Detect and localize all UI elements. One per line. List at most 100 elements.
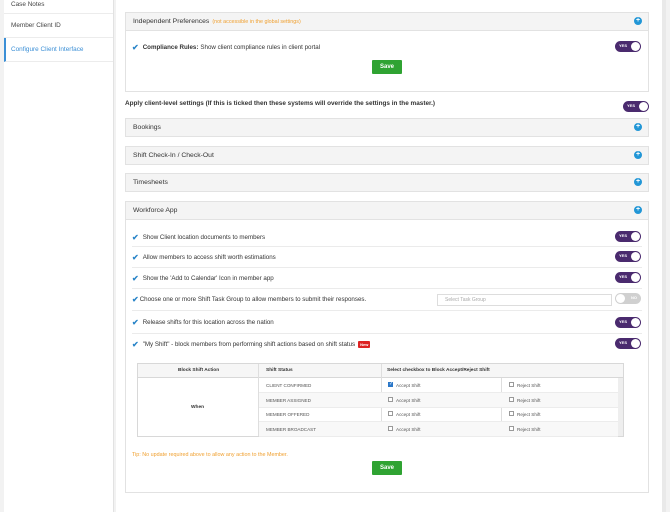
toggle-knob (616, 294, 625, 303)
shift-status-cell: MEMBER OFFERED (266, 412, 310, 417)
shift-checkin-title: Shift Check-In / Check-Out (133, 152, 214, 159)
sidebar: Case Notes Member Client ID Configure Cl… (4, 0, 114, 512)
accept-shift-label: Accept Shift (396, 427, 421, 432)
reject-shift-label: Reject Shift (517, 412, 541, 417)
header-block-shift-action: Block Shift Action (178, 368, 220, 373)
toggle-yes-label: YES (619, 274, 628, 279)
divider (132, 246, 642, 247)
workforce-option-label: Show Client location documents to member… (142, 233, 266, 241)
accept-shift-checkbox[interactable] (388, 397, 393, 402)
shift-status-cell: MEMBER BROADCAST (266, 427, 317, 432)
divider (132, 267, 642, 268)
toggle-knob (631, 273, 640, 282)
check-icon: ✔ (132, 273, 139, 283)
toggle-yes-label: YES (627, 103, 636, 108)
sidebar-item-member-client-id[interactable]: Member Client ID (4, 14, 113, 38)
workforce-save-button[interactable]: Save (372, 461, 402, 475)
page-scrollbar[interactable] (662, 0, 666, 512)
workforce-app-title: Workforce App (133, 207, 178, 214)
block-shift-table: Block Shift Action Shift Status Select c… (137, 363, 624, 437)
divider (132, 288, 642, 289)
accept-shift-label: Accept Shift (396, 383, 421, 388)
sidebar-item-configure-client-interface[interactable]: Configure Client Interface (4, 38, 113, 62)
shift-worth-toggle[interactable]: YES (615, 251, 641, 262)
workforce-option-row: ✔ Show Client location documents to memb… (132, 228, 642, 246)
toggle-yes-label: YES (619, 340, 628, 345)
accept-shift-label: Accept Shift (396, 412, 421, 417)
shift-checkin-header[interactable]: Shift Check-In / Check-Out + (126, 147, 648, 165)
header-shift-status: Shift Status (266, 368, 293, 373)
expand-plus-icon[interactable]: + (634, 178, 642, 186)
apply-client-level-toggle[interactable]: YES (623, 101, 649, 112)
toggle-knob (631, 232, 640, 241)
toggle-knob (631, 339, 640, 348)
release-shifts-toggle[interactable]: YES (615, 317, 641, 328)
reject-shift-label: Reject Shift (517, 427, 541, 432)
bookings-card: Bookings + (125, 118, 649, 137)
toggle-knob (631, 252, 640, 261)
divider (132, 310, 642, 311)
compliance-rules-row: ✔ Compliance Rules: Show client complian… (132, 38, 642, 56)
shift-status-cell: CLIENT CONFIRMED (266, 383, 312, 388)
header-select-checkbox: Select checkbox to Block Accept/Reject S… (387, 368, 490, 373)
reject-shift-checkbox[interactable] (509, 411, 514, 416)
apply-client-level-label: Apply client-level settings (If this is … (125, 100, 436, 107)
check-icon: ✔ (132, 252, 139, 262)
compliance-rules-toggle[interactable]: YES (615, 41, 641, 52)
workforce-option-label: Allow members to access shift worth esti… (142, 253, 276, 261)
toggle-knob (631, 42, 640, 51)
accept-shift-checkbox[interactable] (388, 411, 393, 416)
toggle-no-label: NO (631, 295, 637, 300)
table-scrollbar[interactable] (618, 378, 623, 436)
expand-plus-icon[interactable]: + (634, 151, 642, 159)
toggle-knob (631, 318, 640, 327)
accept-shift-checkbox[interactable] (388, 381, 393, 387)
shift-status-cell: MEMBER ASSIGNED (266, 398, 311, 403)
divider (132, 333, 642, 334)
independent-preferences-note: (not accessible in the global settings) (212, 18, 301, 25)
new-badge: New (358, 340, 371, 348)
my-shift-toggle[interactable]: YES (615, 338, 641, 349)
table-row: MEMBER ASSIGNED Accept Shift Reject Shif… (259, 393, 618, 408)
location-documents-toggle[interactable]: YES (615, 231, 641, 242)
workforce-option-label: Release shifts for this location across … (142, 318, 274, 326)
timesheets-card: Timesheets + (125, 173, 649, 192)
table-row: CLIENT CONFIRMED Accept Shift Reject Shi… (259, 378, 618, 393)
main-panel: Independent Preferences (not accessible … (116, 0, 666, 512)
compliance-rules-label: Compliance Rules: (142, 43, 199, 51)
table-row: MEMBER BROADCAST Accept Shift Reject Shi… (259, 422, 618, 437)
when-label: When (191, 405, 205, 410)
app-root: Case Notes Member Client ID Configure Cl… (0, 0, 670, 512)
reject-shift-label: Reject Shift (517, 383, 541, 388)
toggle-yes-label: YES (619, 319, 628, 324)
timesheets-title: Timesheets (133, 179, 168, 186)
compliance-rules-text: Show client compliance rules in client p… (200, 43, 321, 51)
workforce-app-header[interactable]: Workforce App + (126, 202, 648, 220)
expand-plus-icon[interactable]: + (634, 206, 642, 214)
toggle-yes-label: YES (619, 253, 628, 258)
expand-plus-icon[interactable]: + (634, 123, 642, 131)
toggle-knob (639, 102, 648, 111)
check-icon: ✔ (132, 294, 139, 304)
reject-shift-checkbox[interactable] (509, 397, 514, 402)
toggle-yes-label: YES (619, 43, 628, 48)
task-group-select[interactable]: Select Task Group (437, 294, 612, 306)
reject-shift-checkbox[interactable] (509, 426, 514, 431)
save-button[interactable]: Save (372, 60, 402, 74)
reject-shift-label: Reject Shift (517, 398, 541, 403)
workforce-option-label: Show the 'Add to Calendar' Icon in membe… (142, 274, 274, 282)
workforce-option-label: "My Shift" - block members from performi… (142, 340, 356, 348)
bookings-title: Bookings (133, 124, 161, 131)
independent-preferences-header[interactable]: Independent Preferences (not accessible … (126, 13, 648, 31)
sidebar-item-case-notes[interactable]: Case Notes (4, 0, 113, 14)
expand-plus-icon[interactable]: + (634, 17, 642, 25)
add-to-calendar-toggle[interactable]: YES (615, 272, 641, 283)
check-icon: ✔ (132, 42, 139, 52)
task-group-toggle[interactable]: NO (615, 293, 641, 304)
bookings-header[interactable]: Bookings + (126, 119, 648, 137)
check-icon: ✔ (132, 317, 139, 327)
reject-shift-checkbox[interactable] (509, 382, 514, 387)
timesheets-header[interactable]: Timesheets + (126, 174, 648, 192)
accept-shift-checkbox[interactable] (388, 426, 393, 431)
check-icon: ✔ (132, 339, 139, 349)
